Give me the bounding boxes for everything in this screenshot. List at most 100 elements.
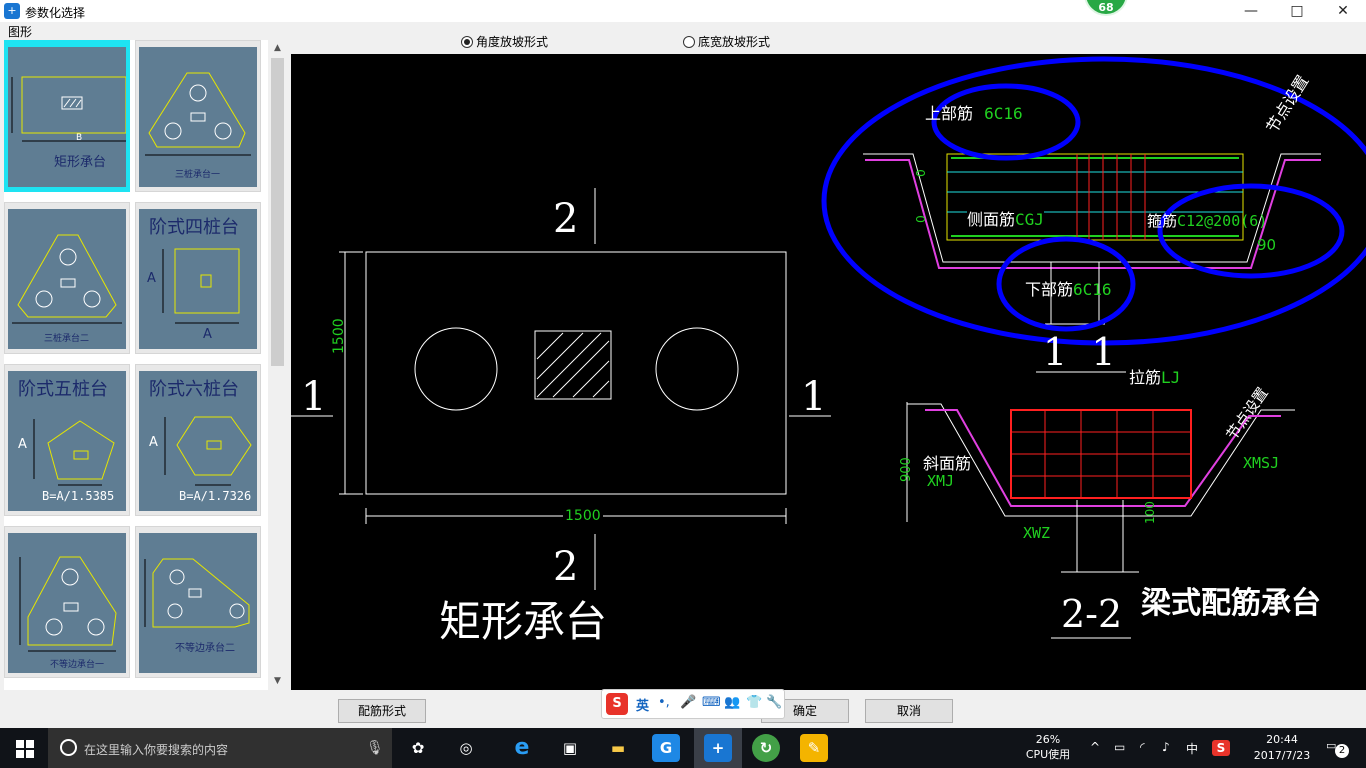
ime-punct-icon[interactable]: •, [658, 695, 670, 710]
thumbnail-image: 三桩承台二 [8, 209, 126, 349]
search-placeholder[interactable]: 在这里输入你要搜索的内容 [84, 741, 228, 758]
thumbnail-unequal-1[interactable]: 不等边承台一 [4, 526, 130, 678]
scroll-thumb[interactable] [271, 58, 284, 366]
thumbnail-rect-cap[interactable]: B 矩形承台 [4, 40, 130, 192]
mic-icon[interactable]: 🎙 [366, 740, 384, 756]
minimize-button[interactable]: — [1228, 0, 1274, 22]
section-mark-left: 1 [301, 374, 327, 420]
ime-mic-icon[interactable]: 🎤 [680, 695, 696, 710]
radio-dot[interactable] [683, 36, 695, 48]
scroll-up-icon[interactable]: ▲ [269, 40, 286, 57]
notification-center-icon[interactable]: ▭ 2 [1326, 739, 1349, 758]
dim-width: 1500 [563, 508, 603, 524]
section-mark-right: 1 [801, 374, 827, 420]
section-11-title: 1 1 [1043, 330, 1116, 374]
taskbar-clock[interactable]: 20:44 2017/7/23 [1246, 732, 1318, 764]
parametric-app-icon[interactable]: + [704, 734, 732, 762]
thumb-dim-a: A [147, 271, 156, 286]
thumbnail-image: 三桩承台一 [139, 47, 257, 187]
tray-sogou-icon[interactable]: S [1212, 740, 1230, 756]
thumb-formula: B=A/1.7326 [179, 489, 252, 503]
thumbnail-step-six[interactable]: 阶式六桩台 A B=A/1.7326 [135, 364, 261, 516]
tray-ime-lang[interactable]: 中 [1186, 740, 1198, 757]
close-button[interactable]: ✕ [1320, 0, 1366, 22]
edge-browser-icon[interactable]: e [508, 734, 536, 762]
pinwheel-app-icon[interactable]: ✿ [404, 734, 432, 762]
side-bar-callout: 侧面筋CGJ [967, 206, 1044, 230]
ime-toolbar[interactable]: S 英 •, 🎤 ⌨ 👥 👕 🔧 [601, 689, 785, 719]
thumbnail-three-pile-1[interactable]: 三桩承台一 [135, 40, 261, 192]
overlay-badge[interactable]: 68 [1084, 0, 1128, 16]
three-pile-shape-icon [12, 234, 122, 324]
section-mark-bottom: 2 [553, 544, 579, 590]
section-22-title: 2-2 [1061, 592, 1123, 636]
slope-bar-label: 斜面筋 [923, 454, 972, 473]
cancel-button[interactable]: 取消 [865, 699, 953, 723]
three-pile-shape-icon [145, 72, 251, 156]
cortana-icon[interactable] [60, 739, 77, 756]
thumb-caption: 不等边承台一 [50, 660, 105, 670]
file-explorer-icon[interactable]: ▬ [604, 734, 632, 762]
tray-chevron-icon[interactable]: ^ [1090, 740, 1100, 754]
ime-user-icon[interactable]: 👥 [724, 695, 740, 710]
thumb-dim-a: A [149, 435, 158, 450]
sogou-logo-icon[interactable]: S [606, 693, 628, 715]
maximize-button[interactable]: □ [1274, 0, 1320, 22]
scroll-down-icon[interactable]: ▼ [269, 673, 286, 690]
app-icon: + [4, 3, 20, 19]
glodon-g-icon[interactable]: G [652, 734, 680, 762]
thumbnail-three-pile-2[interactable]: 三桩承台二 [4, 202, 130, 354]
shape-thumbnail-list[interactable]: B 矩形承台 三桩承台一 三桩承台二 阶式四桩台 A A 阶式五桩台 A B=A… [4, 40, 268, 690]
ime-tool-icon[interactable]: 🔧 [766, 695, 782, 710]
title-bar: + 参数化选择 68 — □ ✕ [0, 0, 1366, 22]
radio-dot-checked[interactable] [461, 36, 473, 48]
tray-volume-icon[interactable]: ♪ [1162, 740, 1170, 754]
tray-wifi-icon[interactable]: ◜ [1140, 740, 1145, 754]
slope-option-bar: 角度放坡形式 底宽放坡形式 [291, 26, 1366, 54]
notes-app-icon[interactable]: ✎ [800, 734, 828, 762]
tie-bar-callout: 拉筋LJ [1129, 368, 1181, 387]
reinforcement-form-button[interactable]: 配筋形式 [338, 699, 426, 723]
thumb-caption: 三桩承台一 [175, 170, 221, 180]
tray-battery-icon[interactable]: ▭ [1114, 740, 1125, 754]
store-icon[interactable]: ▣ [556, 734, 584, 762]
plan-view [291, 188, 831, 590]
thumbnail-unequal-2[interactable]: 不等边承台二 [135, 526, 261, 678]
taskbar-search-box[interactable]: 在这里输入你要搜索的内容 🎙 [48, 728, 392, 768]
thumbnail-image: 不等边承台一 [8, 533, 126, 673]
thumb-dim-a: A [18, 437, 27, 452]
step-four-shape-icon [162, 248, 240, 324]
thumb-formula: B=A/1.5385 [42, 489, 115, 503]
ime-keyboard-icon[interactable]: ⌨ [702, 695, 721, 710]
radio-angle-slope[interactable]: 角度放坡形式 [461, 33, 548, 50]
windows-start-icon[interactable] [16, 740, 34, 758]
thumb-dim-a-bottom: A [203, 327, 212, 342]
clock-date: 2017/7/23 [1253, 749, 1311, 762]
preview-canvas: 2 2 1 1 1500 1500 矩形承台 上部筋 6C16 侧面筋CGJ 箍… [291, 54, 1366, 690]
top-bar-callout: 上部筋 6C16 [925, 104, 1023, 123]
thumbnail-scrollbar[interactable]: ▲ ▼ [269, 40, 286, 690]
bottom-bar-callout: 下部筋6C16 [1025, 280, 1112, 299]
clock-time: 20:44 [1266, 733, 1298, 746]
slope-bar-value: XMJ [927, 472, 955, 490]
thumbnail-image: 阶式六桩台 A B=A/1.7326 [139, 371, 257, 511]
cpu-label: CPU使用 [1025, 748, 1071, 761]
bottom-dim-label: 100 [1143, 501, 1157, 524]
thumbnail-image: B 矩形承台 [8, 47, 126, 187]
thumbnail-image: 不等边承台二 [139, 533, 257, 673]
zero-label-2: 0 [913, 215, 928, 223]
cpu-percent: 26% [1035, 733, 1061, 746]
ime-lang-toggle[interactable]: 英 [636, 695, 649, 714]
green-app-icon[interactable]: ↻ [752, 734, 780, 762]
thumbnail-image: 阶式五桩台 A B=A/1.5385 [8, 371, 126, 511]
thumbnail-step-five[interactable]: 阶式五桩台 A B=A/1.5385 [4, 364, 130, 516]
thumbnail-step-four[interactable]: 阶式四桩台 A A [135, 202, 261, 354]
radio-label: 底宽放坡形式 [698, 35, 771, 49]
ime-skin-icon[interactable]: 👕 [746, 695, 762, 710]
angle-label: 90 [1257, 236, 1277, 254]
thumb-caption: 不等边承台二 [175, 643, 235, 654]
spiral-app-icon[interactable]: ◎ [452, 734, 480, 762]
cpu-usage-widget[interactable]: 26% CPU使用 [1022, 732, 1074, 762]
thumbnail-image: 阶式四桩台 A A [139, 209, 257, 349]
radio-width-slope[interactable]: 底宽放坡形式 [683, 33, 770, 50]
